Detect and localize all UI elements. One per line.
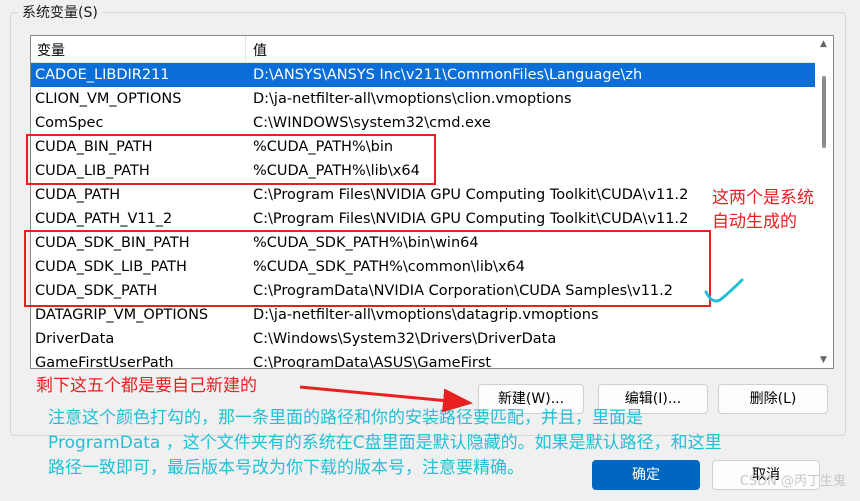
red-arrow-icon bbox=[299, 385, 473, 413]
annotation-overlay bbox=[299, 278, 744, 413]
cyan-checkmark-icon bbox=[704, 278, 744, 303]
watermark: CSDN @丙丁生鬼 bbox=[739, 474, 846, 489]
